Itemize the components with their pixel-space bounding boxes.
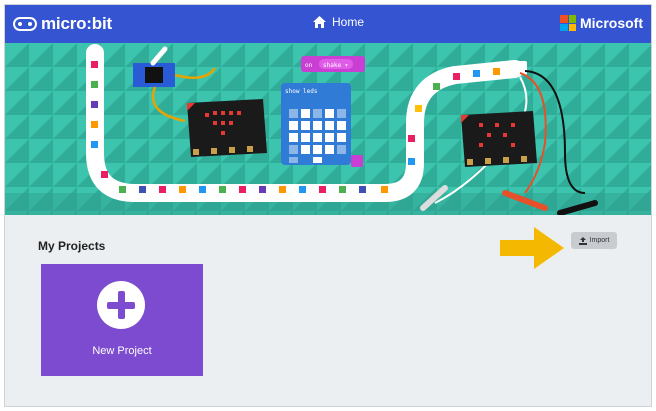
pointer-arrow-icon <box>500 227 564 269</box>
hero-illustration: on shake ▾ show leds <box>5 43 651 215</box>
microbit-board-right <box>461 111 537 167</box>
upload-icon <box>578 236 587 245</box>
microbit-logo[interactable]: micro:bit <box>13 13 112 35</box>
projects-section: My Projects Import New Project <box>5 215 651 406</box>
hero-banner: on shake ▾ show leds <box>5 43 651 215</box>
home-link[interactable]: Home <box>313 15 364 29</box>
microbit-logo-icon <box>13 17 37 31</box>
import-label: Import <box>589 237 610 244</box>
import-button[interactable]: Import <box>571 232 617 249</box>
plus-icon <box>97 281 145 329</box>
new-project-label: New Project <box>92 345 152 357</box>
new-project-card[interactable]: New Project <box>41 264 203 376</box>
microsoft-link[interactable]: Microsoft <box>560 15 643 31</box>
top-bar: micro:bit Home Microsoft <box>5 5 651 43</box>
app-window: micro:bit Home Microsoft on shake ▾ show… <box>4 4 652 407</box>
my-projects-heading: My Projects <box>38 239 106 253</box>
app-name: micro:bit <box>41 14 112 33</box>
block-action-label: show leds <box>285 88 318 95</box>
block-event-value: shake ▾ <box>323 62 348 69</box>
home-label: Home <box>332 15 365 29</box>
strip-connector <box>505 61 527 75</box>
home-icon <box>313 16 326 28</box>
microsoft-logo-icon <box>560 15 576 31</box>
brand-label: Microsoft <box>580 15 643 31</box>
block-event-label: on <box>305 62 313 69</box>
microbit-board-left <box>187 99 267 157</box>
